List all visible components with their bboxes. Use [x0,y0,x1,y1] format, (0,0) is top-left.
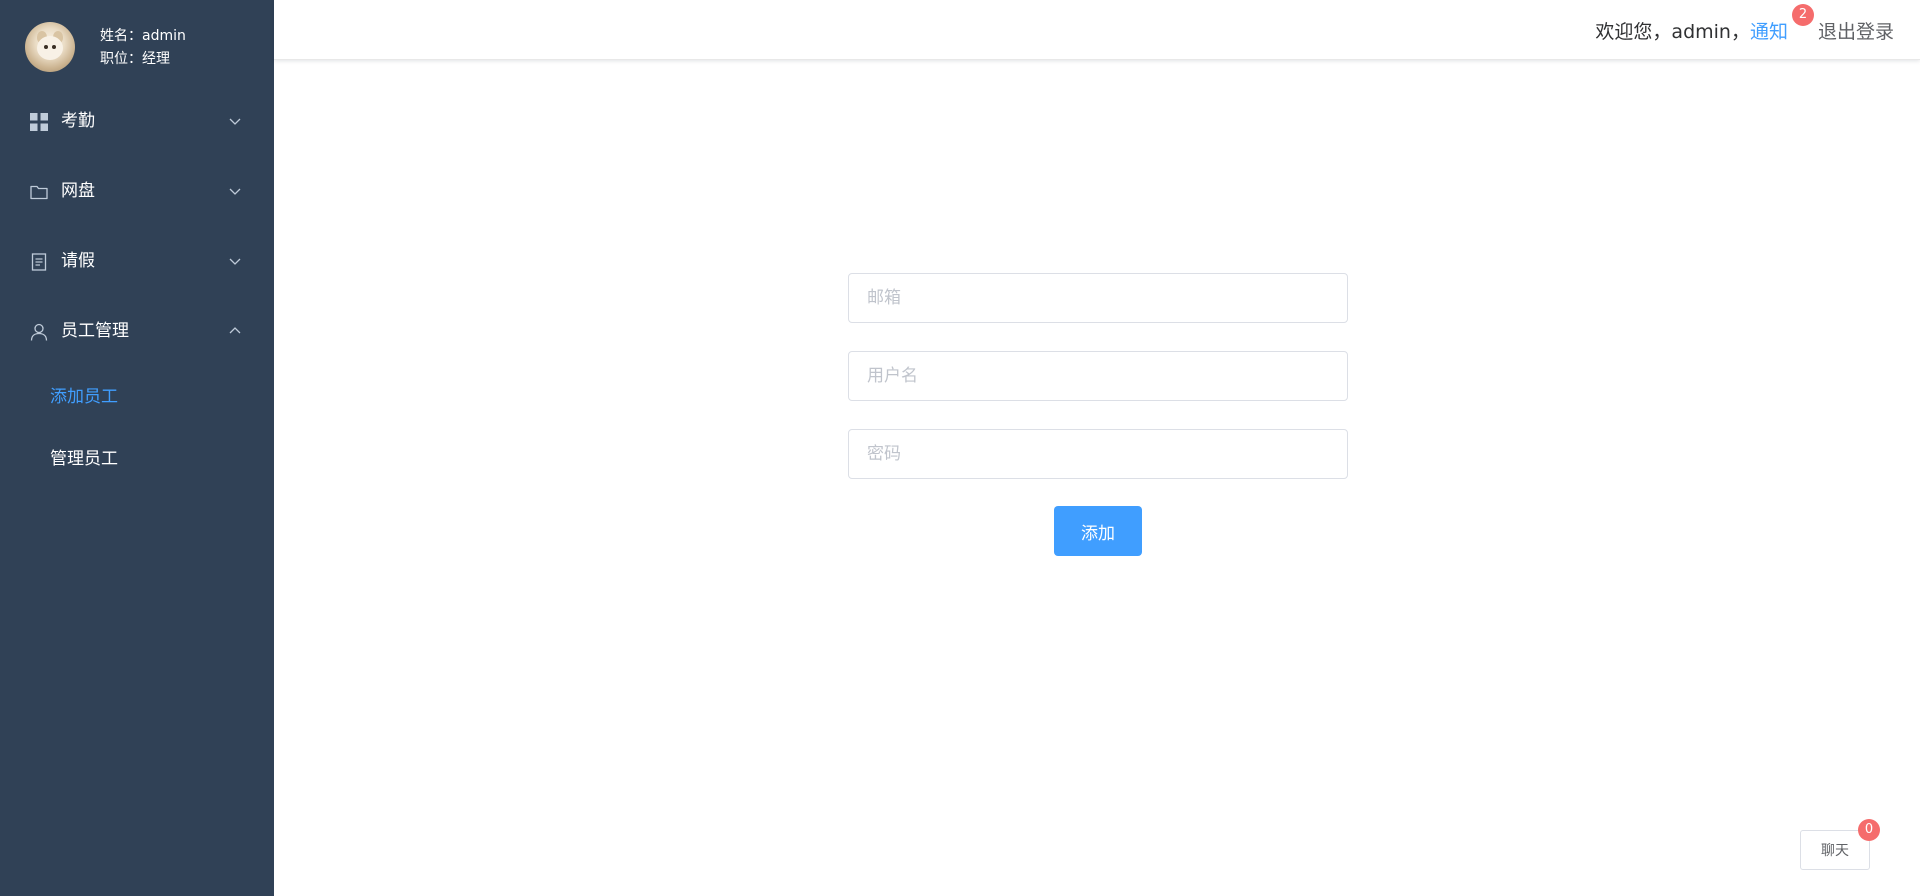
user-icon [30,323,48,341]
welcome-text: 欢迎您，admin， [1595,20,1750,43]
top-header: 欢迎您，admin， 通知 2 退出登录 [274,0,1920,60]
username-field[interactable] [848,351,1348,401]
cat-avatar-icon [25,22,75,72]
app-root: 姓名：admin 职位：经理 考勤 网盘 请假 员工管理 添加员工 管理员工 欢… [0,0,1920,896]
notification-badge: 2 [1791,3,1814,26]
sidebar-menu: 考勤 网盘 请假 员工管理 添加员工 管理员工 [0,86,274,490]
sidebar-item-employee-management[interactable]: 员工管理 [0,296,274,366]
profile-name: 姓名：admin [100,28,186,44]
sidebar-item-netdisk[interactable]: 网盘 [0,156,274,226]
sidebar-subitem-add-employee[interactable]: 添加员工 [0,366,274,428]
user-profile: 姓名：admin 职位：经理 [0,0,274,95]
document-icon [31,253,47,271]
notification-wrapper: 通知 2 [1750,3,1814,44]
add-button[interactable]: 添加 [1054,506,1142,556]
chat-badge: 0 [1858,819,1880,841]
profile-info: 姓名：admin 职位：经理 [100,25,186,71]
grid-icon [30,113,48,131]
profile-position: 职位：经理 [100,51,170,67]
logout-link[interactable]: 退出登录 [1818,17,1894,44]
header-user-area: 欢迎您，admin， 通知 2 退出登录 [1595,0,1894,60]
chevron-up-icon [229,327,241,334]
sidebar-item-label: 网盘 [61,181,95,201]
sidebar: 姓名：admin 职位：经理 考勤 网盘 请假 员工管理 添加员工 管理员工 [0,0,274,896]
email-field[interactable] [848,273,1348,323]
sidebar-item-label: 考勤 [61,111,95,131]
sidebar-item-attendance[interactable]: 考勤 [0,86,274,156]
sidebar-subitem-manage-employee[interactable]: 管理员工 [0,428,274,490]
sidebar-item-leave[interactable]: 请假 [0,226,274,296]
chevron-down-icon [229,188,241,195]
password-field[interactable] [848,429,1348,479]
sidebar-subitem-label: 管理员工 [50,449,118,469]
sidebar-subitem-label: 添加员工 [50,387,118,407]
chevron-down-icon [229,258,241,265]
add-employee-form: 添加 [848,273,1348,556]
sidebar-item-label: 请假 [61,251,95,271]
sidebar-item-label: 员工管理 [61,321,129,341]
folder-icon [30,185,48,200]
notification-link[interactable]: 通知 [1750,21,1788,43]
chevron-down-icon [229,118,241,125]
